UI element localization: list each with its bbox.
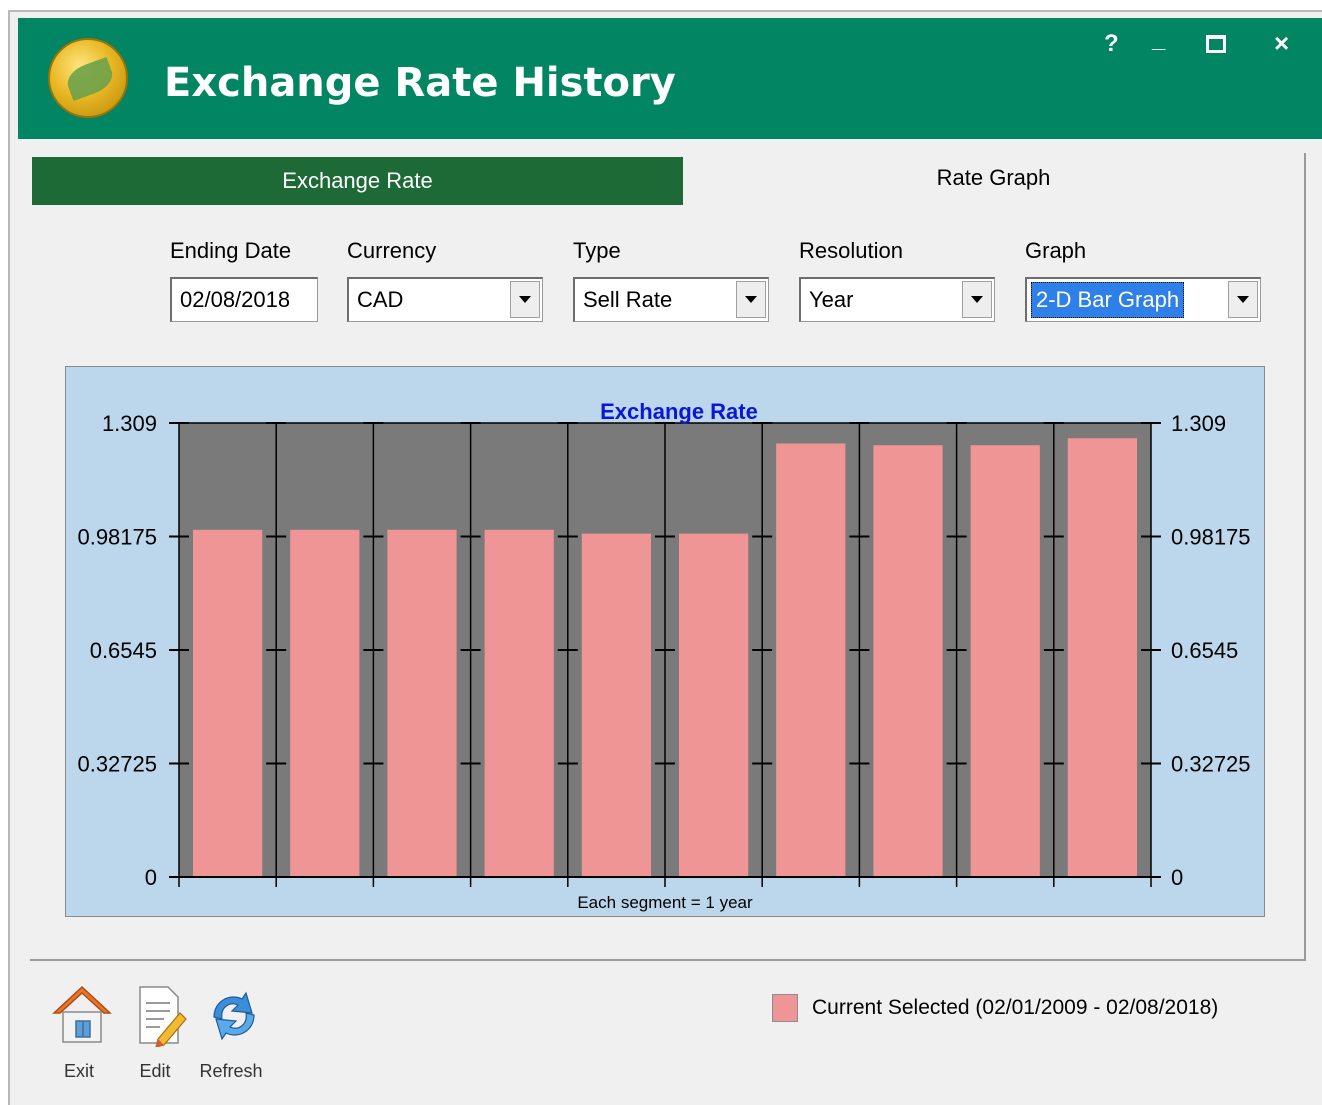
y-tick-label-right: 0 (1171, 865, 1183, 890)
bar-chart: 0 0 0.32725 0.32725 0.6545 0.6545 0.98175 0.981… (77, 399, 1251, 912)
app-logo-icon (48, 38, 128, 118)
maximize-button[interactable] (1206, 35, 1226, 53)
y-tick-label-left: 0.98175 (77, 525, 157, 550)
legend-swatch (772, 994, 798, 1022)
y-tick-label-right: 0.32725 (1171, 752, 1251, 777)
currency-value: CAD (357, 287, 404, 312)
x-axis-label: Each segment = 1 year (577, 893, 753, 912)
ending-date-label: Ending Date (170, 238, 292, 263)
exit-button[interactable]: Exit (44, 983, 114, 1083)
chart-title: Exchange Rate (600, 399, 758, 424)
exit-label: Exit (63, 1061, 94, 1081)
y-tick-label-right: 0.98175 (1171, 525, 1251, 550)
bar (387, 529, 457, 877)
refresh-label: Refresh (199, 1061, 263, 1081)
chevron-down-icon[interactable] (736, 281, 766, 318)
bar (581, 533, 651, 877)
resolution-select[interactable]: Year (799, 277, 995, 322)
refresh-button[interactable]: Refresh (196, 983, 266, 1083)
edit-label: Edit (139, 1061, 171, 1081)
tab-rate-graph[interactable]: Rate Graph (683, 153, 1304, 203)
chart-legend: Current Selected (02/01/2009 - 02/08/201… (772, 994, 1218, 1022)
refresh-icon (213, 991, 255, 1041)
bar (679, 533, 749, 877)
chevron-down-icon[interactable] (1228, 281, 1258, 318)
home-icon (52, 985, 112, 1043)
bar (970, 445, 1040, 877)
type-select[interactable]: Sell Rate (573, 277, 769, 322)
y-tick-label-left: 0.32725 (77, 752, 157, 777)
graph-value: 2-D Bar Graph (1031, 282, 1185, 318)
graph-select[interactable]: 2-D Bar Graph (1025, 277, 1261, 322)
ending-date-value: 02/08/2018 (180, 287, 291, 312)
help-button[interactable]: ? (1104, 30, 1119, 58)
edit-button[interactable]: Edit (120, 983, 190, 1083)
ending-date-input[interactable]: 02/08/2018 (170, 277, 318, 322)
chevron-down-icon[interactable] (962, 281, 992, 318)
chart-container: 0 0 0.32725 0.32725 0.6545 0.6545 0.98175 0.981… (65, 366, 1265, 917)
currency-select[interactable]: CAD (347, 277, 543, 322)
title-bar: Exchange Rate History ? _ × (18, 18, 1322, 139)
y-tick-label-left: 1.309 (102, 411, 157, 436)
y-tick-label-right: 1.309 (1171, 411, 1226, 436)
close-button[interactable]: × (1274, 28, 1289, 59)
bar (484, 529, 554, 877)
window-title: Exchange Rate History (164, 60, 676, 106)
resolution-value: Year (809, 287, 854, 312)
bar (193, 529, 263, 877)
minimize-button[interactable]: _ (1152, 26, 1165, 54)
chevron-down-icon[interactable] (510, 281, 540, 318)
type-label: Type (573, 238, 621, 263)
legend-label: Current Selected (02/01/2009 - 02/08/201… (812, 996, 1219, 1019)
tab-exchange-rate[interactable]: Exchange Rate (32, 157, 683, 205)
graph-label: Graph (1025, 238, 1087, 263)
edit-document-icon (139, 986, 187, 1047)
type-value: Sell Rate (583, 287, 673, 312)
bar (776, 443, 846, 877)
y-tick-label-left: 0 (145, 865, 157, 890)
y-tick-label-right: 0.6545 (1171, 638, 1238, 663)
resolution-label: Resolution (799, 238, 903, 263)
y-tick-label-left: 0.6545 (90, 638, 157, 663)
bar (873, 445, 943, 877)
bar (290, 529, 360, 877)
currency-label: Currency (347, 238, 437, 263)
bar (1067, 438, 1137, 877)
